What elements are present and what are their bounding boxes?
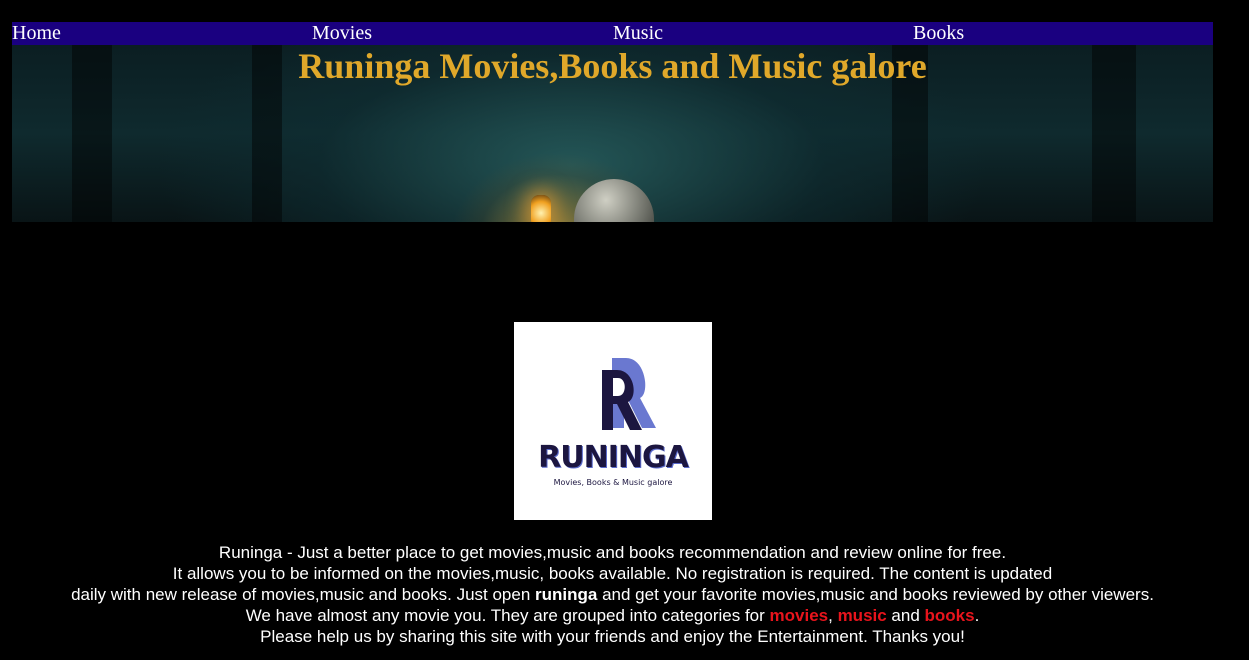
site-logo: RUNINGA Movies, Books & Music galore <box>514 322 712 520</box>
separator-text: , <box>828 606 838 625</box>
logo-tagline: Movies, Books & Music galore <box>553 478 673 487</box>
description-line: We have almost any movie you. They are g… <box>0 605 1225 626</box>
nav-home-link[interactable]: Home <box>12 22 61 45</box>
hero-banner: Runinga Movies,Books and Music galore <box>12 45 1213 222</box>
nav-books-link[interactable]: Books <box>913 22 964 45</box>
music-category-link[interactable]: music <box>838 606 887 625</box>
page-title: Runinga Movies,Books and Music galore <box>298 46 927 86</box>
main-nav: Home Movies Music Books <box>12 22 1213 45</box>
description-line: Runinga - Just a better place to get mov… <box>218 543 1007 562</box>
description-line: daily with new release of movies,music a… <box>0 584 1225 605</box>
books-category-link[interactable]: books <box>925 606 975 625</box>
lantern-image <box>531 195 551 222</box>
movies-category-link[interactable]: movies <box>770 606 829 625</box>
figure-image <box>574 179 654 222</box>
description-text: and get your favorite movies,music and b… <box>597 585 1154 604</box>
site-description: Runinga - Just a better place to get mov… <box>0 542 1225 647</box>
description-text: We have almost any movie you. They are g… <box>245 606 770 625</box>
separator-text: . <box>974 606 980 625</box>
description-line: It allows you to be informed on the movi… <box>172 564 1053 583</box>
nav-movies-link[interactable]: Movies <box>312 22 372 45</box>
description-text: daily with new release of movies,music a… <box>71 585 536 604</box>
brand-name-text: runinga <box>535 585 598 604</box>
logo-r-mark-icon <box>602 358 656 430</box>
nav-music-link[interactable]: Music <box>613 22 663 45</box>
description-line: Please help us by sharing this site with… <box>260 627 965 646</box>
logo-name: RUNINGA <box>538 440 689 475</box>
separator-text: and <box>886 606 925 625</box>
